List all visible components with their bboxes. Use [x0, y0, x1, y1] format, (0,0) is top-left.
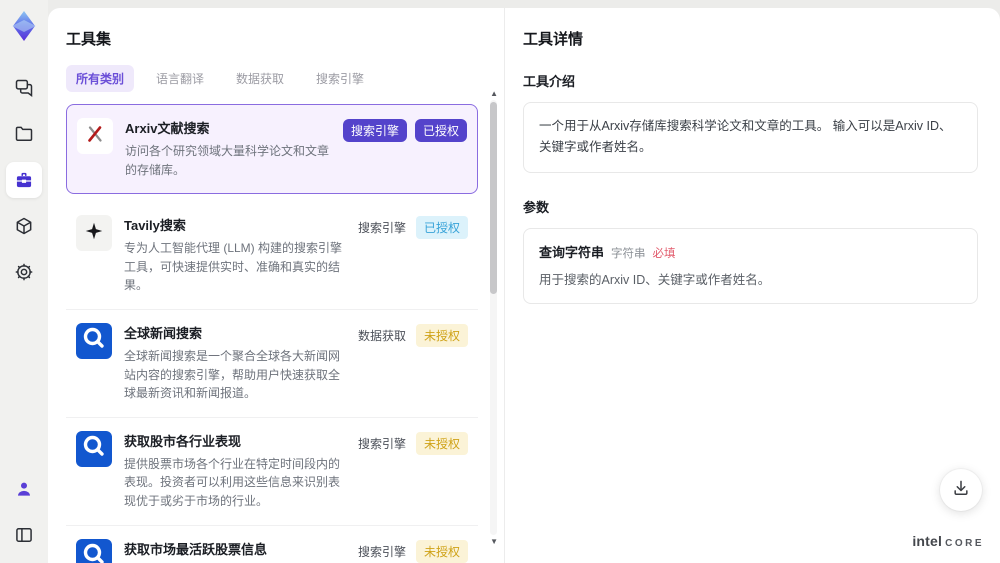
- folder-icon: [14, 124, 34, 144]
- sidebar-item-account[interactable]: [6, 471, 42, 507]
- tab-label: 数据获取: [236, 72, 285, 86]
- tab-label: 搜索引擎: [316, 72, 365, 86]
- sidebar-item-collapse[interactable]: [6, 517, 42, 553]
- category-tabs: 所有类别 语言翻译 数据获取 搜索引擎: [66, 65, 478, 92]
- auth-status-badge: 未授权: [415, 431, 468, 455]
- tool-name: 全球新闻搜索: [124, 325, 203, 341]
- tool-list-item[interactable]: 获取市场最活跃股票信息 提供当天交易量最高的股票列表，投资者可以利用这些信息来识…: [66, 525, 478, 563]
- toolbox-icon: [14, 170, 34, 190]
- auth-status-badge: 已授权: [415, 216, 468, 240]
- category-tab[interactable]: 所有类别: [66, 65, 135, 92]
- sidebar: [0, 0, 48, 563]
- params-heading: 参数: [523, 199, 550, 215]
- category-tab[interactable]: 语言翻译: [146, 65, 214, 92]
- auth-status-badge: 已授权: [414, 119, 467, 142]
- tab-label: 语言翻译: [156, 72, 205, 86]
- brand-suffix: CORE: [945, 538, 984, 549]
- app-logo-icon: [6, 8, 42, 44]
- tool-name: 获取股市各行业表现: [124, 433, 242, 449]
- tool-list-panel: 工具集 所有类别 语言翻译 数据获取 搜索引擎 Arxiv文献搜索 访问各个研究…: [48, 8, 504, 563]
- list-scrollbar[interactable]: [490, 100, 497, 535]
- category-badge: 数据获取: [357, 328, 406, 343]
- category-badge: 搜索引擎: [357, 221, 406, 236]
- tab-label: 所有类别: [76, 72, 125, 86]
- tool-list-item[interactable]: 获取股市各行业表现 提供股票市场各个行业在特定时间段内的表现。投资者可以利用这些…: [66, 417, 478, 526]
- tool-name: Arxiv文献搜索: [125, 121, 210, 136]
- category-badge: 搜索引擎: [357, 544, 406, 559]
- news-search-icon: [76, 431, 112, 467]
- news-search-icon: [76, 539, 112, 563]
- gear-icon: [14, 262, 34, 282]
- chat-icon: [14, 78, 34, 98]
- tool-list-item[interactable]: Arxiv文献搜索 访问各个研究领域大量科学论文和文章的存储库。 搜索引擎 已授…: [66, 104, 478, 195]
- download-button[interactable]: [940, 469, 982, 511]
- intro-box: 一个用于从Arxiv存储库搜索科学论文和文章的工具。 输入可以是Arxiv ID…: [523, 102, 978, 173]
- sidebar-item-chat[interactable]: [6, 70, 42, 106]
- tool-detail-panel: 工具详情 工具介绍 一个用于从Arxiv存储库搜索科学论文和文章的工具。 输入可…: [504, 8, 1000, 563]
- sidebar-item-packages[interactable]: [6, 208, 42, 244]
- detail-title: 工具详情: [523, 31, 584, 48]
- tool-description: 提供股票市场各个行业在特定时间段内的表现。投资者可以利用这些信息来识别表现优于或…: [124, 456, 341, 508]
- scroll-down-arrow[interactable]: ▼: [490, 538, 498, 546]
- page-title: 工具集: [66, 31, 112, 48]
- brand-name: intel: [912, 533, 943, 549]
- tool-name: 获取市场最活跃股票信息: [124, 541, 268, 557]
- params-box: 查询字符串 字符串 必填 用于搜索的Arxiv ID、关键字或作者姓名。: [523, 227, 978, 304]
- intel-core-logo: intel CORE: [912, 533, 984, 549]
- category-tab[interactable]: 数据获取: [226, 65, 294, 92]
- auth-status-badge: 未授权: [415, 539, 468, 563]
- tool-list-item[interactable]: Tavily搜索 专为人工智能代理 (LLM) 构建的搜索引擎工具，可快速提供实…: [66, 202, 478, 310]
- panel-toggle-icon: [14, 525, 34, 545]
- main-content: 工具集 所有类别 语言翻译 数据获取 搜索引擎 Arxiv文献搜索 访问各个研究…: [48, 8, 1000, 563]
- scrollbar-thumb[interactable]: [490, 102, 497, 294]
- tool-list-item[interactable]: 全球新闻搜索 全球新闻搜索是一个聚合全球各大新闻网站内容的搜索引擎，帮助用户快速…: [66, 309, 478, 418]
- parameter-type: 字符串: [611, 247, 646, 260]
- tool-description: 专为人工智能代理 (LLM) 构建的搜索引擎工具，可快速提供实时、准确和真实的结…: [124, 241, 343, 293]
- required-badge: 必填: [652, 247, 676, 260]
- intro-heading: 工具介绍: [523, 74, 576, 89]
- sidebar-item-settings[interactable]: [6, 254, 42, 290]
- tool-list: Arxiv文献搜索 访问各个研究领域大量科学论文和文章的存储库。 搜索引擎 已授…: [66, 104, 478, 563]
- parameter-description: 用于搜索的Arxiv ID、关键字或作者姓名。: [539, 272, 771, 287]
- download-icon: [951, 478, 971, 503]
- category-badge: 搜索引擎: [342, 119, 407, 142]
- user-avatar-icon: [14, 479, 34, 499]
- news-search-icon: [76, 323, 112, 359]
- category-tab[interactable]: 搜索引擎: [306, 65, 374, 92]
- tool-name: Tavily搜索: [124, 218, 186, 234]
- scroll-up-arrow[interactable]: ▲: [490, 90, 498, 98]
- parameter-item: 查询字符串 字符串 必填 用于搜索的Arxiv ID、关键字或作者姓名。: [539, 242, 962, 290]
- intro-text: 一个用于从Arxiv存储库搜索科学论文和文章的工具。 输入可以是Arxiv ID…: [539, 119, 952, 155]
- category-badge: 搜索引擎: [357, 436, 406, 451]
- package-icon: [14, 216, 34, 236]
- tool-description: 访问各个研究领域大量科学论文和文章的存储库。: [125, 144, 330, 177]
- auth-status-badge: 未授权: [415, 323, 468, 347]
- sidebar-item-files[interactable]: [6, 116, 42, 152]
- arxiv-logo-icon: [83, 122, 107, 151]
- parameter-name: 查询字符串: [539, 244, 605, 260]
- tool-description: 全球新闻搜索是一个聚合全球各大新闻网站内容的搜索引擎，帮助用户快速获取全球最新资…: [124, 348, 341, 401]
- sidebar-item-tools[interactable]: [6, 162, 42, 198]
- sparkle-icon: [83, 220, 105, 247]
